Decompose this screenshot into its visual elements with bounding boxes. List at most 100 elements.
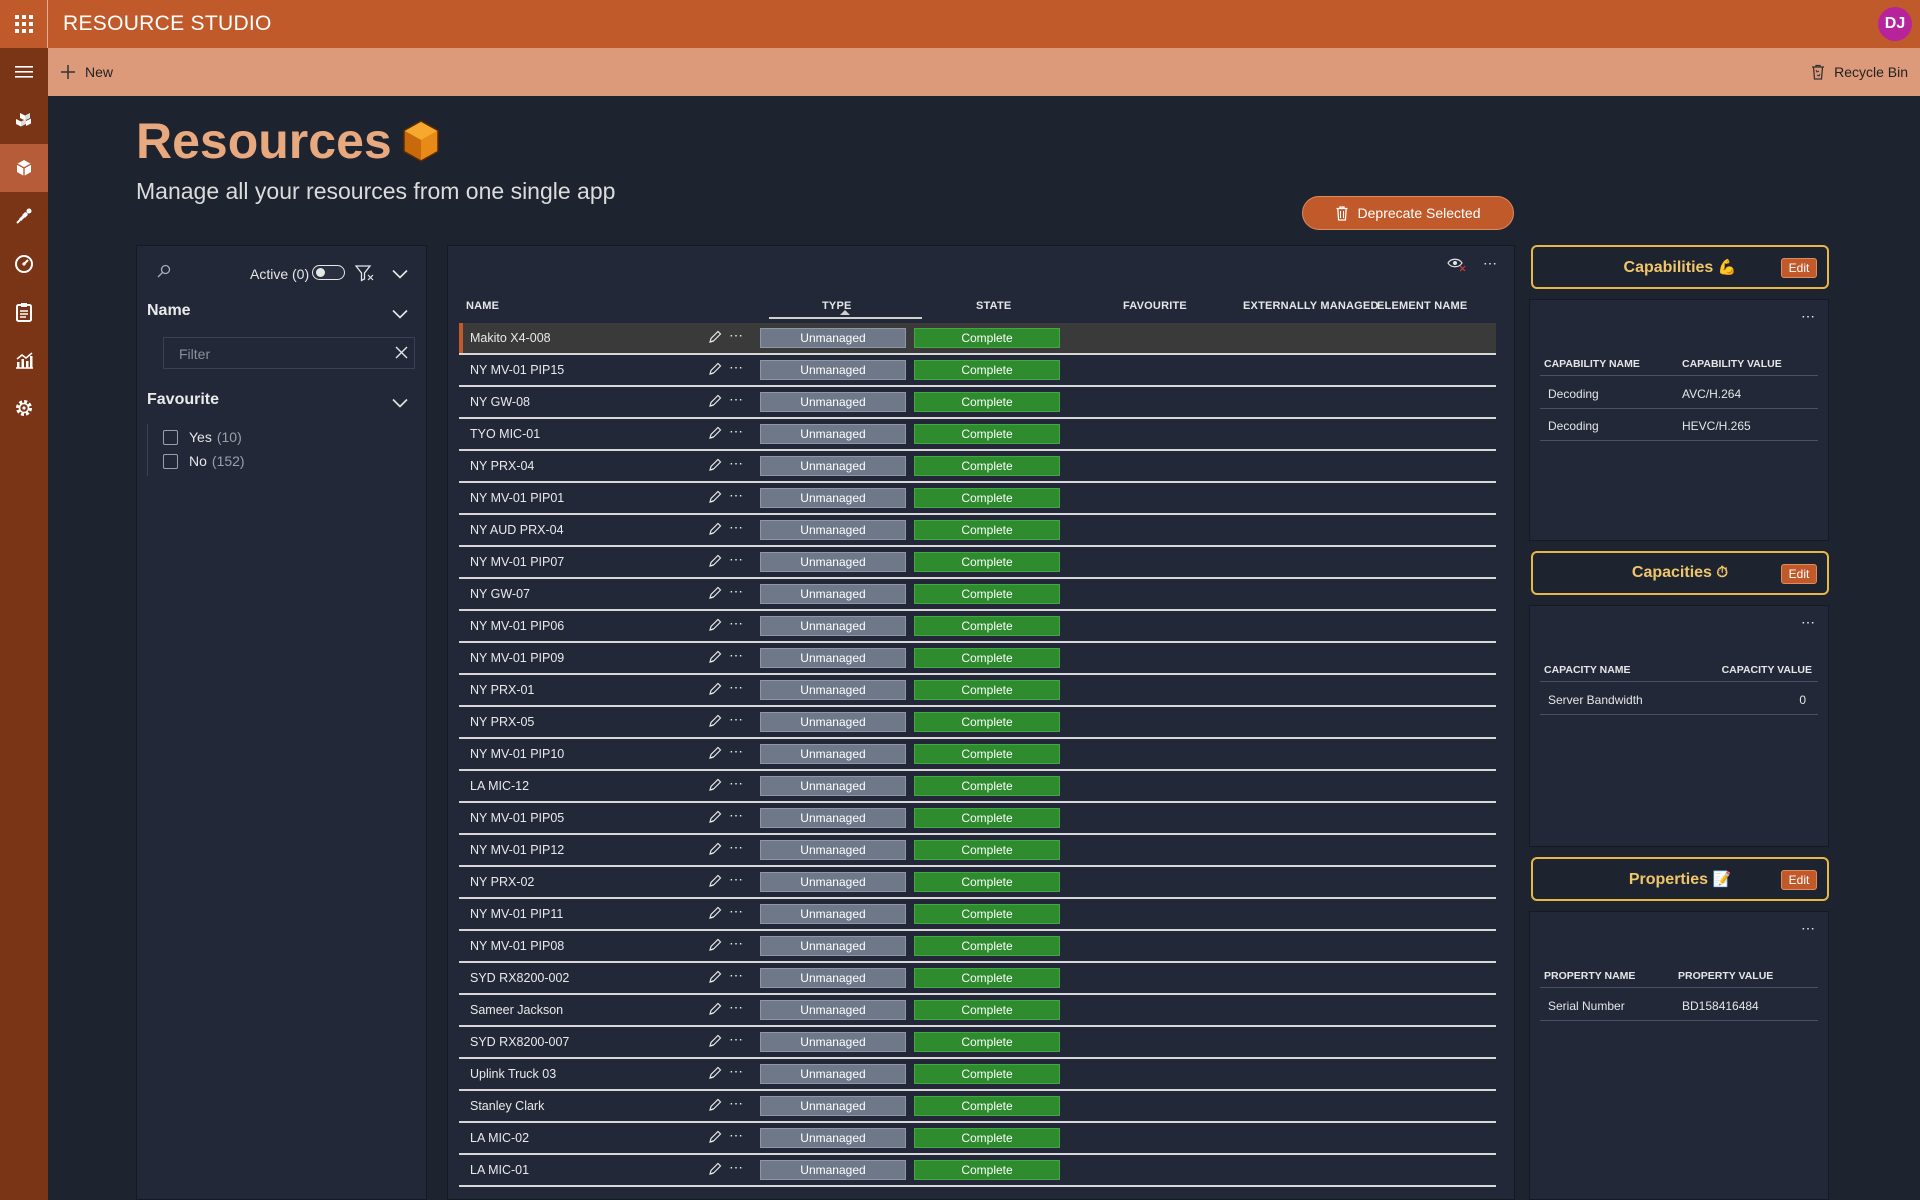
- resource-name[interactable]: NY GW-07: [470, 587, 530, 601]
- edit-pencil-icon[interactable]: [708, 714, 722, 733]
- table-row[interactable]: NY GW-08 ⋯ Unmanaged Complete: [459, 387, 1496, 419]
- resource-name[interactable]: NY GW-08: [470, 395, 530, 409]
- favourite-yes-checkbox[interactable]: Yes (10): [163, 429, 242, 445]
- edit-pencil-icon[interactable]: [708, 618, 722, 637]
- table-row[interactable]: SYD RX8200-002 ⋯ Unmanaged Complete: [459, 963, 1496, 995]
- edit-pencil-icon[interactable]: [708, 906, 722, 925]
- edit-pencil-icon[interactable]: [708, 970, 722, 989]
- edit-pencil-icon[interactable]: [708, 938, 722, 957]
- resource-name[interactable]: TYO MIC-01: [470, 427, 540, 441]
- row-more-options-icon[interactable]: ⋯: [729, 839, 744, 856]
- column-header-name[interactable]: NAME: [466, 300, 499, 312]
- rail-item-dashboard-icon[interactable]: [0, 240, 48, 288]
- edit-pencil-icon[interactable]: [708, 1066, 722, 1085]
- row-more-options-icon[interactable]: ⋯: [729, 1159, 744, 1176]
- table-row[interactable]: NY MV-01 PIP01 ⋯ Unmanaged Complete: [459, 483, 1496, 515]
- edit-pencil-icon[interactable]: [708, 682, 722, 701]
- row-more-options-icon[interactable]: ⋯: [729, 423, 744, 440]
- properties-edit-button[interactable]: Edit: [1781, 870, 1817, 890]
- edit-pencil-icon[interactable]: [708, 586, 722, 605]
- table-row[interactable]: Uplink Truck 03 ⋯ Unmanaged Complete: [459, 1059, 1496, 1091]
- property-row[interactable]: Serial Number BD158416484: [1540, 989, 1818, 1021]
- resource-name[interactable]: Stanley Clark: [470, 1099, 544, 1113]
- app-launcher-icon[interactable]: [0, 0, 48, 48]
- resource-name[interactable]: LA MIC-01: [470, 1163, 529, 1177]
- edit-pencil-icon[interactable]: [708, 810, 722, 829]
- edit-pencil-icon[interactable]: [708, 426, 722, 445]
- edit-pencil-icon[interactable]: [708, 522, 722, 541]
- edit-pencil-icon[interactable]: [708, 874, 722, 893]
- edit-pencil-icon[interactable]: [708, 1034, 722, 1053]
- row-more-options-icon[interactable]: ⋯: [729, 487, 744, 504]
- edit-pencil-icon[interactable]: [708, 1130, 722, 1149]
- row-more-options-icon[interactable]: ⋯: [729, 359, 744, 376]
- resource-name[interactable]: NY MV-01 PIP08: [470, 939, 564, 953]
- row-more-options-icon[interactable]: ⋯: [729, 807, 744, 824]
- resource-name[interactable]: NY PRX-01: [470, 683, 534, 697]
- table-row[interactable]: NY MV-01 PIP09 ⋯ Unmanaged Complete: [459, 643, 1496, 675]
- table-row[interactable]: Sameer Jackson ⋯ Unmanaged Complete: [459, 995, 1496, 1027]
- resource-name[interactable]: NY AUD PRX-04: [470, 523, 564, 537]
- table-row[interactable]: NY PRX-02 ⋯ Unmanaged Complete: [459, 867, 1496, 899]
- column-header-element-name[interactable]: ELEMENT NAME: [1377, 300, 1467, 312]
- table-row[interactable]: NY MV-01 PIP15 ⋯ Unmanaged Complete: [459, 355, 1496, 387]
- capabilities-more-options-icon[interactable]: ⋯: [1801, 308, 1816, 325]
- capacities-more-options-icon[interactable]: ⋯: [1801, 614, 1816, 631]
- row-more-options-icon[interactable]: ⋯: [729, 391, 744, 408]
- edit-pencil-icon[interactable]: [708, 778, 722, 797]
- favourite-section-chevron-icon[interactable]: [392, 395, 408, 413]
- row-more-options-icon[interactable]: ⋯: [729, 999, 744, 1016]
- row-more-options-icon[interactable]: ⋯: [729, 551, 744, 568]
- row-more-options-icon[interactable]: ⋯: [729, 647, 744, 664]
- resource-name[interactable]: NY MV-01 PIP07: [470, 555, 564, 569]
- resource-name[interactable]: Makito X4-008: [470, 331, 551, 345]
- table-row[interactable]: NY PRX-05 ⋯ Unmanaged Complete: [459, 707, 1496, 739]
- resource-name[interactable]: Sameer Jackson: [470, 1003, 563, 1017]
- checkbox[interactable]: [163, 429, 178, 445]
- resource-name[interactable]: NY PRX-02: [470, 875, 534, 889]
- resource-name[interactable]: LA MIC-12: [470, 779, 529, 793]
- row-more-options-icon[interactable]: ⋯: [729, 1127, 744, 1144]
- table-row[interactable]: NY PRX-01 ⋯ Unmanaged Complete: [459, 675, 1496, 707]
- capabilities-edit-button[interactable]: Edit: [1781, 258, 1817, 278]
- search-icon[interactable]: [157, 264, 171, 283]
- rail-item-settings-icon[interactable]: [0, 384, 48, 432]
- resource-name[interactable]: NY MV-01 PIP10: [470, 747, 564, 761]
- rail-item-pipeline-icon[interactable]: [0, 192, 48, 240]
- row-more-options-icon[interactable]: ⋯: [729, 1095, 744, 1112]
- column-header-state[interactable]: STATE: [976, 300, 1011, 312]
- edit-pencil-icon[interactable]: [708, 554, 722, 573]
- column-header-favourite[interactable]: FAVOURITE: [1123, 300, 1187, 312]
- table-row[interactable]: LA MIC-02 ⋯ Unmanaged Complete: [459, 1123, 1496, 1155]
- row-more-options-icon[interactable]: ⋯: [729, 711, 744, 728]
- table-row[interactable]: TYO MIC-01 ⋯ Unmanaged Complete: [459, 419, 1496, 451]
- resource-name[interactable]: SYD RX8200-007: [470, 1035, 569, 1049]
- resource-name[interactable]: NY PRX-04: [470, 459, 534, 473]
- row-more-options-icon[interactable]: ⋯: [729, 775, 744, 792]
- clear-input-icon[interactable]: [395, 346, 408, 364]
- resource-name[interactable]: LA MIC-02: [470, 1131, 529, 1145]
- resource-name[interactable]: NY MV-01 PIP05: [470, 811, 564, 825]
- checkbox[interactable]: [163, 453, 178, 469]
- edit-pencil-icon[interactable]: [708, 746, 722, 765]
- edit-pencil-icon[interactable]: [708, 842, 722, 861]
- capacities-edit-button[interactable]: Edit: [1781, 564, 1817, 584]
- table-row[interactable]: NY MV-01 PIP06 ⋯ Unmanaged Complete: [459, 611, 1496, 643]
- resource-name[interactable]: SYD RX8200-002: [470, 971, 569, 985]
- new-button[interactable]: New: [60, 64, 113, 80]
- table-row[interactable]: NY MV-01 PIP12 ⋯ Unmanaged Complete: [459, 835, 1496, 867]
- column-visibility-icon[interactable]: [1447, 256, 1467, 277]
- resource-name[interactable]: NY MV-01 PIP01: [470, 491, 564, 505]
- table-row[interactable]: SYD RX8200-007 ⋯ Unmanaged Complete: [459, 1027, 1496, 1059]
- edit-pencil-icon[interactable]: [708, 330, 722, 349]
- resource-name[interactable]: Uplink Truck 03: [470, 1067, 556, 1081]
- row-more-options-icon[interactable]: ⋯: [729, 327, 744, 344]
- active-toggle[interactable]: [312, 265, 345, 280]
- table-row[interactable]: NY GW-07 ⋯ Unmanaged Complete: [459, 579, 1496, 611]
- row-more-options-icon[interactable]: ⋯: [729, 967, 744, 984]
- favourite-no-checkbox[interactable]: No (152): [163, 453, 245, 469]
- table-row[interactable]: LA MIC-01 ⋯ Unmanaged Complete: [459, 1155, 1496, 1187]
- table-row[interactable]: NY AUD PRX-04 ⋯ Unmanaged Complete: [459, 515, 1496, 547]
- resource-name[interactable]: NY MV-01 PIP11: [470, 907, 563, 921]
- capacity-row[interactable]: Server Bandwidth 0: [1540, 683, 1818, 715]
